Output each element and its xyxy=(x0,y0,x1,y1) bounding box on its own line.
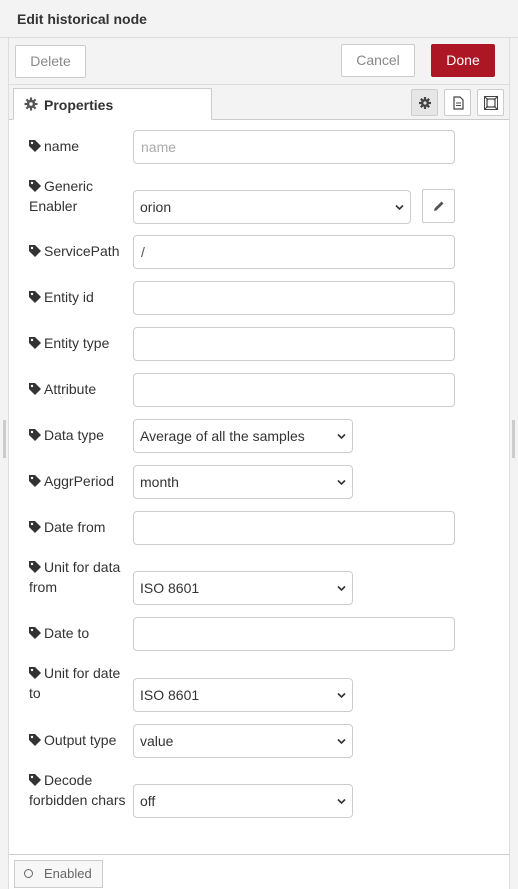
tab-bar: Properties xyxy=(9,85,509,120)
gear-icon xyxy=(419,97,431,109)
generic-enabler-value: orion xyxy=(140,199,172,215)
tag-icon xyxy=(29,734,41,746)
aggr-period-label: AggrPeriod xyxy=(29,471,114,491)
generic-enabler-label: Generic Enabler xyxy=(29,176,93,216)
tag-icon xyxy=(29,521,41,533)
unit-to-label-line2: to xyxy=(29,685,41,701)
tag-icon xyxy=(29,245,41,257)
tag-icon xyxy=(29,667,41,679)
output-type-label: Output type xyxy=(29,730,116,750)
enabled-label: Enabled xyxy=(44,866,92,881)
tray-header: Edit historical node xyxy=(0,0,518,38)
unit-from-value: ISO 8601 xyxy=(140,580,200,596)
tray-footer: Enabled xyxy=(9,854,509,889)
generic-enabler-label-line1: Generic xyxy=(44,178,94,194)
tag-icon xyxy=(29,627,41,639)
unit-to-label: Unit for date to xyxy=(29,663,120,703)
enabled-toggle[interactable]: Enabled xyxy=(14,860,103,888)
date-from-input[interactable] xyxy=(133,511,455,545)
output-type-label-text: Output type xyxy=(44,732,117,748)
chevron-down-icon xyxy=(337,585,346,592)
unit-to-select[interactable]: ISO 8601 xyxy=(133,678,353,712)
aggr-period-label-text: AggrPeriod xyxy=(44,473,115,489)
tray-toolbar: Delete Cancel Done xyxy=(9,38,509,85)
output-type-select[interactable]: value xyxy=(133,724,353,758)
tag-icon xyxy=(29,180,41,192)
entity-type-label-text: Entity type xyxy=(44,335,110,351)
circle-icon xyxy=(24,869,33,878)
resize-handle-left[interactable] xyxy=(3,420,6,458)
chevron-down-icon xyxy=(337,798,346,805)
tab-appearance-button[interactable] xyxy=(477,89,504,116)
attribute-label-text: Attribute xyxy=(44,381,97,397)
chevron-down-icon xyxy=(395,204,404,211)
name-label-text: name xyxy=(44,138,80,154)
entity-id-input[interactable] xyxy=(133,281,455,315)
chevron-down-icon xyxy=(337,692,346,699)
unit-from-label-line1: Unit for data xyxy=(44,559,121,575)
chevron-down-icon xyxy=(337,738,346,745)
tag-icon xyxy=(29,429,41,441)
unit-to-label-line1: Unit for date xyxy=(44,665,121,681)
tag-icon xyxy=(29,561,41,573)
entity-id-label: Entity id xyxy=(29,287,94,307)
tab-properties-label: Properties xyxy=(44,97,114,113)
generic-enabler-select[interactable]: orion xyxy=(133,190,411,224)
service-path-label-text: ServicePath xyxy=(44,243,120,259)
aggr-period-value: month xyxy=(140,474,179,490)
date-to-label: Date to xyxy=(29,623,89,643)
gear-icon xyxy=(24,97,38,111)
tag-icon xyxy=(29,140,41,152)
pencil-icon xyxy=(434,201,444,211)
tag-icon xyxy=(29,337,41,349)
description-icon xyxy=(453,96,464,110)
tag-icon xyxy=(29,475,41,487)
data-type-label: Data type xyxy=(29,425,104,445)
tab-settings-icon-button[interactable] xyxy=(411,89,438,116)
done-button[interactable]: Done xyxy=(431,44,495,77)
service-path-input[interactable]: / xyxy=(133,235,455,269)
name-input[interactable]: name xyxy=(133,130,455,164)
delete-button[interactable]: Delete xyxy=(15,45,86,78)
output-type-value: value xyxy=(140,733,174,749)
attribute-input[interactable] xyxy=(133,373,455,407)
service-path-label: ServicePath xyxy=(29,241,119,261)
decode-label: Decode forbidden chars xyxy=(29,770,126,810)
unit-from-label: Unit for data from xyxy=(29,557,120,597)
tag-icon xyxy=(29,774,41,786)
appearance-icon xyxy=(484,96,498,110)
name-label: name xyxy=(29,136,79,156)
data-type-value: Average of all the samples xyxy=(140,428,305,444)
edit-node-tray: Edit historical node Delete Cancel Done … xyxy=(0,0,518,889)
entity-type-label: Entity type xyxy=(29,333,109,353)
tag-icon xyxy=(29,383,41,395)
attribute-label: Attribute xyxy=(29,379,96,399)
data-type-select[interactable]: Average of all the samples xyxy=(133,419,353,453)
unit-to-value: ISO 8601 xyxy=(140,687,200,703)
chevron-down-icon xyxy=(337,479,346,486)
tab-properties[interactable]: Properties xyxy=(13,88,212,120)
date-from-label: Date from xyxy=(29,517,105,537)
tab-description-button[interactable] xyxy=(444,89,471,116)
cancel-button[interactable]: Cancel xyxy=(341,44,415,77)
entity-id-label-text: Entity id xyxy=(44,289,94,305)
decode-select[interactable]: off xyxy=(133,784,353,818)
edit-config-button[interactable] xyxy=(422,189,455,223)
data-type-label-text: Data type xyxy=(44,427,104,443)
decode-label-line2: forbidden chars xyxy=(29,792,126,808)
generic-enabler-label-line2: Enabler xyxy=(29,198,78,214)
aggr-period-select[interactable]: month xyxy=(133,465,353,499)
decode-label-line1: Decode xyxy=(44,772,93,788)
resize-handle-right[interactable] xyxy=(512,420,515,458)
decode-value: off xyxy=(140,793,156,809)
tray-title: Edit historical node xyxy=(17,11,147,27)
unit-from-label-line2: from xyxy=(29,579,57,595)
date-from-label-text: Date from xyxy=(44,519,106,535)
unit-from-select[interactable]: ISO 8601 xyxy=(133,571,353,605)
chevron-down-icon xyxy=(337,433,346,440)
date-to-input[interactable] xyxy=(133,617,455,651)
tag-icon xyxy=(29,291,41,303)
date-to-label-text: Date to xyxy=(44,625,90,641)
entity-type-input[interactable] xyxy=(133,327,455,361)
